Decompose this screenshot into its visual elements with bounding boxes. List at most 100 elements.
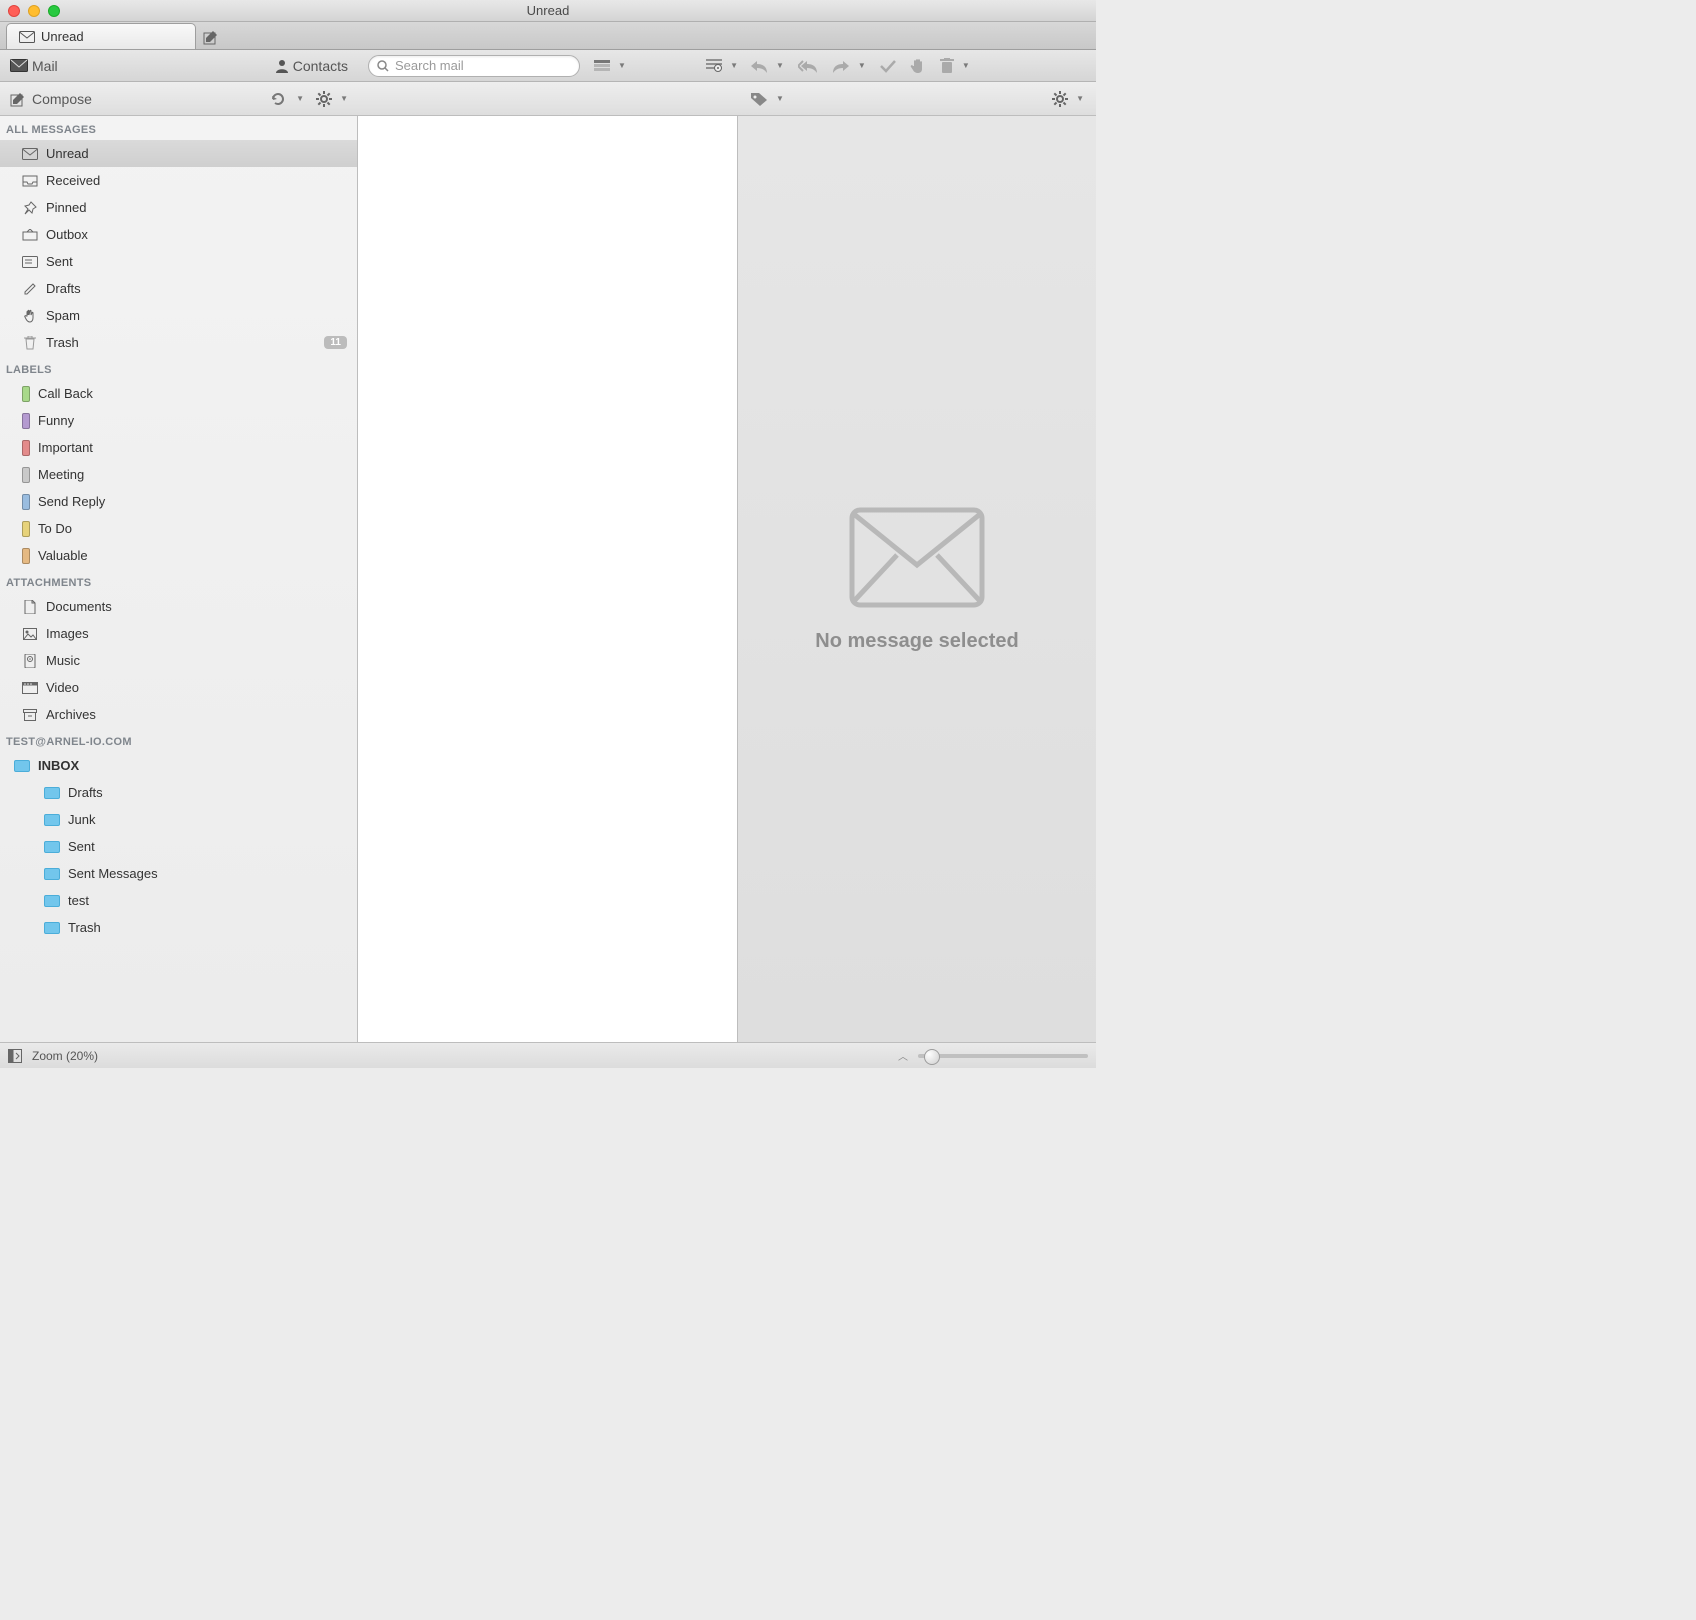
person-icon	[275, 59, 289, 73]
filter-settings-button[interactable]: ▼	[706, 59, 738, 72]
sidebar-attach-video[interactable]: Video	[0, 674, 357, 701]
sidebar-item-label: Funny	[38, 413, 74, 428]
sidebar-item-label: Documents	[46, 599, 112, 614]
new-tab-compose-button[interactable]	[198, 25, 224, 49]
music-icon	[22, 654, 38, 668]
filter-gear-icon	[706, 59, 722, 72]
sidebar-item-unread[interactable]: Unread	[0, 140, 357, 167]
folder-icon	[44, 922, 60, 934]
tag-button[interactable]: ▼	[750, 92, 784, 106]
folder-icon	[44, 868, 60, 880]
sidebar-label-funny[interactable]: Funny	[0, 407, 357, 434]
sidebar-item-trash[interactable]: Trash 11	[0, 329, 357, 356]
compose-button[interactable]: Compose	[10, 91, 92, 107]
sidebar-item-label: Call Back	[38, 386, 93, 401]
sidebar-item-label: Sent	[46, 254, 73, 269]
sidebar-label-send-reply[interactable]: Send Reply	[0, 488, 357, 515]
reply-all-button[interactable]	[798, 59, 818, 73]
document-icon	[22, 600, 38, 614]
delete-button[interactable]: ▼	[940, 58, 970, 74]
folder-icon	[44, 814, 60, 826]
search-icon	[377, 60, 389, 72]
folder-icon	[44, 787, 60, 799]
status-bar: Zoom (20%) ︿	[0, 1042, 1096, 1068]
sidebar-attach-music[interactable]: Music	[0, 647, 357, 674]
sidebar-item-label: Sent Messages	[68, 866, 158, 881]
sidebar-item-drafts[interactable]: Drafts	[0, 275, 357, 302]
compose-label: Compose	[32, 91, 92, 107]
zoom-slider[interactable]	[918, 1054, 1088, 1058]
sidebar-folder-junk[interactable]: Junk	[0, 806, 357, 833]
search-input[interactable]	[395, 58, 571, 73]
forward-button[interactable]: ▼	[832, 59, 866, 73]
sidebar-folder-sent[interactable]: Sent	[0, 833, 357, 860]
hand-icon	[910, 58, 926, 74]
sidebar-item-pinned[interactable]: Pinned	[0, 194, 357, 221]
sidebar-label-meeting[interactable]: Meeting	[0, 461, 357, 488]
tab-unread[interactable]: Unread	[6, 23, 196, 49]
search-field[interactable]	[368, 55, 580, 77]
sidebar-folder-drafts[interactable]: Drafts	[0, 779, 357, 806]
sidebar-item-label: Meeting	[38, 467, 84, 482]
disclosure-triangle-icon[interactable]: ▼	[0, 761, 4, 771]
sidebar-item-label: To Do	[38, 521, 72, 536]
sidebar-folder-sent-messages[interactable]: Sent Messages	[0, 860, 357, 887]
chevron-down-icon: ▼	[776, 94, 784, 103]
sidebar-label-call-back[interactable]: Call Back	[0, 380, 357, 407]
sidebar-settings-button[interactable]: ▼	[316, 91, 348, 107]
envelope-large-icon	[847, 505, 987, 610]
mail-tab-button[interactable]: Mail	[10, 58, 58, 74]
contacts-tab-button[interactable]: Contacts	[275, 58, 348, 74]
reply-button[interactable]: ▼	[750, 59, 784, 73]
sidebar-item-label: Drafts	[68, 785, 103, 800]
sidebar-label-to-do[interactable]: To Do	[0, 515, 357, 542]
sidebar-label-important[interactable]: Important	[0, 434, 357, 461]
sidebar-attach-documents[interactable]: Documents	[0, 593, 357, 620]
sent-icon	[22, 256, 38, 268]
chevron-down-icon: ▼	[730, 61, 738, 70]
image-icon	[22, 628, 38, 640]
junk-button[interactable]	[910, 58, 926, 74]
compose-icon	[203, 29, 219, 45]
sidebar-item-spam[interactable]: Spam	[0, 302, 357, 329]
collapse-up-icon[interactable]: ︿	[898, 1048, 908, 1063]
refresh-button[interactable]: ▼	[270, 91, 304, 107]
sidebar-attach-archives[interactable]: Archives	[0, 701, 357, 728]
no-message-text: No message selected	[815, 630, 1018, 653]
sidebar-attach-images[interactable]: Images	[0, 620, 357, 647]
sidebar-label-valuable[interactable]: Valuable	[0, 542, 357, 569]
sidebar-item-sent[interactable]: Sent	[0, 248, 357, 275]
view-mode-button[interactable]: ▼	[594, 60, 626, 71]
folder-icon	[44, 841, 60, 853]
tab-bar: Unread	[0, 22, 1096, 50]
sidebar-item-received[interactable]: Received	[0, 167, 357, 194]
refresh-icon	[270, 91, 288, 107]
chevron-down-icon: ▼	[296, 94, 304, 103]
sidebar-item-label: Pinned	[46, 200, 86, 215]
main-toolbar: Mail Contacts ▼ ▼ ▼ ▼	[0, 50, 1096, 82]
sidebar-item-label: Send Reply	[38, 494, 105, 509]
gear-icon	[316, 91, 332, 107]
trash-count-badge: 11	[324, 336, 347, 349]
mark-done-button[interactable]	[880, 59, 896, 73]
label-swatch-icon	[22, 521, 30, 537]
sidebar-item-outbox[interactable]: Outbox	[0, 221, 357, 248]
sidebar-section-attachments: ATTACHMENTS	[0, 569, 357, 593]
trash-icon	[940, 58, 954, 74]
reply-icon	[750, 59, 768, 73]
tag-icon	[750, 92, 768, 106]
sidebar-folder-trash-sub[interactable]: Trash	[0, 914, 357, 941]
window-titlebar: Unread	[0, 0, 1096, 22]
label-swatch-icon	[22, 413, 30, 429]
forward-icon	[832, 59, 850, 73]
sidebar-item-label: Sent	[68, 839, 95, 854]
label-swatch-icon	[22, 440, 30, 456]
reader-settings-button[interactable]: ▼	[1052, 91, 1084, 107]
sidebar-item-label: Unread	[46, 146, 89, 161]
pin-icon	[22, 201, 38, 215]
sidebar-folder-test[interactable]: test	[0, 887, 357, 914]
sidebar-collapse-button[interactable]	[8, 1049, 22, 1063]
contacts-tab-label: Contacts	[293, 58, 348, 74]
chevron-down-icon: ▼	[340, 94, 348, 103]
sidebar-folder-inbox[interactable]: ▼ INBOX	[0, 752, 357, 779]
